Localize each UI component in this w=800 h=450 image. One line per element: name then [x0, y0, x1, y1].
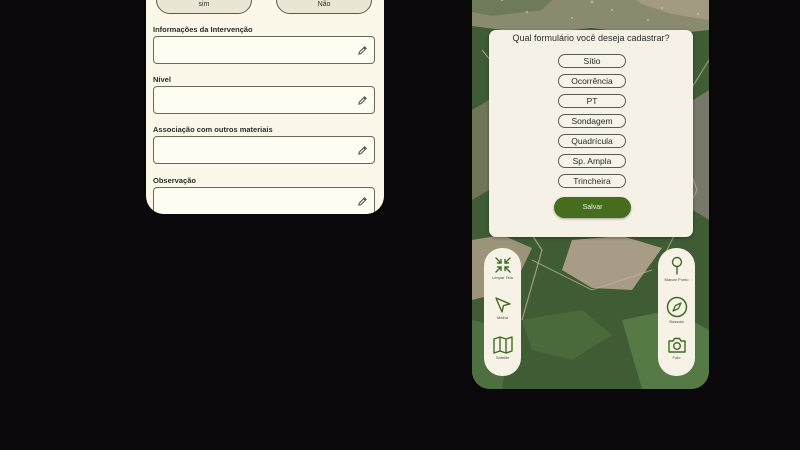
mesh-button[interactable]: Malha	[484, 296, 521, 320]
option-quadricula[interactable]: Quadrícula	[558, 134, 626, 148]
form-screen: sim Não Informações da Intervenção Nível…	[146, 0, 384, 214]
photo-button[interactable]: Foto	[658, 336, 695, 360]
right-toolbar: Marcar Ponto Bússola Foto	[658, 248, 695, 376]
map-pin-icon	[671, 256, 682, 275]
field-label-level: Nível	[153, 75, 171, 84]
tool-label: Marcar Ponto	[664, 277, 689, 282]
pencil-icon	[358, 46, 367, 55]
option-sp-ampla[interactable]: Sp. Ampla	[558, 154, 626, 168]
dialog-title: Qual formulário você deseja cadastrar?	[512, 33, 670, 43]
pencil-icon	[358, 146, 367, 155]
field-label-association: Associação com outros materiais	[153, 125, 273, 134]
tool-label: Bússola	[669, 319, 684, 324]
clear-screen-button[interactable]: Limpar Tela	[484, 256, 521, 280]
yes-toggle-button[interactable]: sim	[156, 0, 252, 14]
form-select-dialog: Qual formulário você deseja cadastrar? S…	[489, 30, 693, 237]
observation-field[interactable]	[153, 187, 375, 214]
option-sitio[interactable]: Sítio	[558, 54, 626, 68]
pencil-icon	[358, 197, 367, 206]
navigation-arrow-icon	[494, 297, 511, 313]
pencil-icon	[358, 96, 367, 105]
camera-icon	[667, 337, 686, 353]
no-toggle-button[interactable]: Não	[276, 0, 372, 14]
option-sondagem[interactable]: Sondagem	[558, 114, 626, 128]
compass-icon	[666, 296, 687, 318]
option-trincheira[interactable]: Trincheira	[558, 174, 626, 188]
field-label-intervention: Informações da Intervenção	[153, 25, 253, 34]
tool-label: Limpar Tela	[492, 275, 513, 280]
satellite-button[interactable]: Satélite	[484, 336, 521, 360]
level-field[interactable]	[153, 86, 375, 114]
option-ocorrencia[interactable]: Ocorrência	[558, 74, 626, 88]
shrink-arrows-icon	[494, 257, 511, 273]
tool-label: Satélite	[495, 355, 510, 360]
field-label-observation: Observação	[153, 176, 196, 185]
compass-button[interactable]: Bússola	[658, 296, 695, 324]
save-button[interactable]: Salvar	[554, 197, 631, 218]
association-field[interactable]	[153, 136, 375, 164]
tool-label: Foto	[672, 355, 681, 360]
mark-point-button[interactable]: Marcar Ponto	[658, 256, 695, 282]
left-toolbar: Limpar Tela Malha Satélite	[484, 248, 521, 376]
intervention-info-field[interactable]	[153, 36, 375, 64]
option-pt[interactable]: PT	[558, 94, 626, 108]
map-screen: Qual formulário você deseja cadastrar? S…	[472, 0, 709, 389]
tool-label: Malha	[497, 315, 508, 320]
map-icon	[492, 336, 513, 354]
